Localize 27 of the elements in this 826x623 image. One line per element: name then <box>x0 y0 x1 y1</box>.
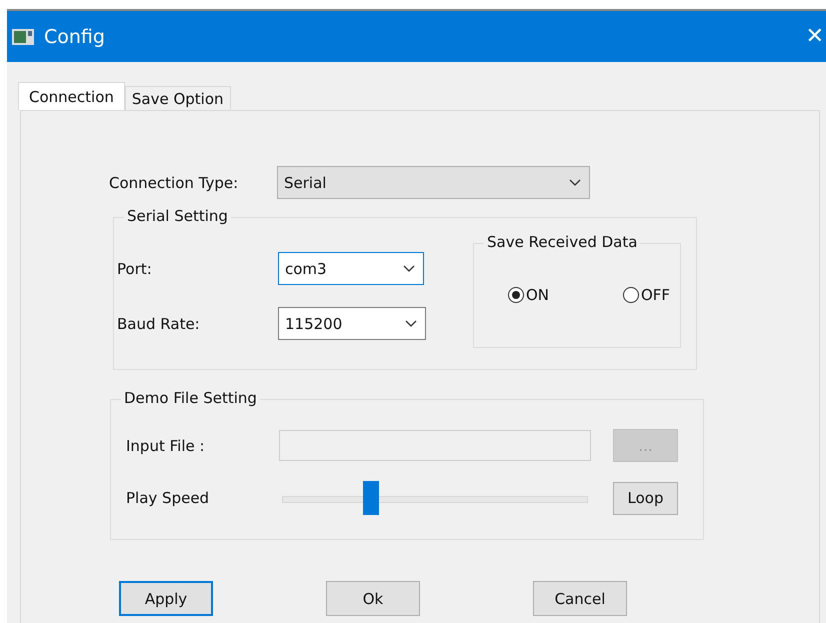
speed-slider[interactable] <box>282 481 588 515</box>
field-label: Input File : <box>126 436 206 454</box>
radio-option[interactable]: ON <box>508 286 550 304</box>
group-title: Serial Setting <box>124 207 231 225</box>
field-label: Baud Rate: <box>117 314 201 332</box>
caret-icon <box>569 178 581 186</box>
loop-button[interactable]: Loop <box>613 482 678 514</box>
caret-icon <box>403 264 415 272</box>
radio-option[interactable]: OFF <box>622 286 670 304</box>
slider-thumb[interactable] <box>362 481 379 515</box>
input-field[interactable] <box>279 430 591 461</box>
dropdown[interactable]: 115200 <box>278 307 426 340</box>
field-label: Connection Type: <box>109 174 240 192</box>
group-title: Demo File Setting <box>121 389 260 407</box>
window-title: Config <box>44 26 105 48</box>
dialog-button[interactable]: Ok <box>326 581 420 616</box>
connection-type-dropdown[interactable]: Serial <box>277 166 590 199</box>
caret-icon <box>405 320 417 328</box>
field-label: Port: <box>117 260 153 278</box>
dialog-button[interactable]: Cancel <box>533 581 627 616</box>
field-label: Play Speed <box>126 489 210 507</box>
dialog-button[interactable]: Apply <box>119 581 213 616</box>
dropdown[interactable]: com3 <box>278 252 424 285</box>
tab[interactable]: Save Option <box>124 86 231 110</box>
window-icon <box>12 28 34 44</box>
tab[interactable]: Connection <box>18 82 125 110</box>
close-button[interactable]: ✕ <box>804 24 826 49</box>
